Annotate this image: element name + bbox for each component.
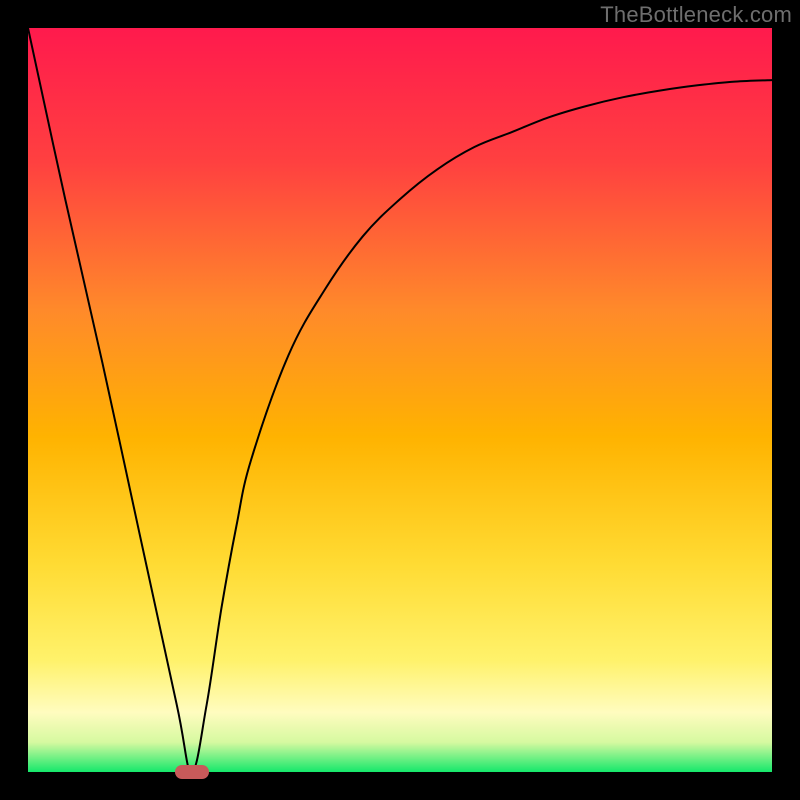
watermark-text: TheBottleneck.com (600, 2, 792, 28)
chart-frame (28, 28, 772, 772)
gradient-background (28, 28, 772, 772)
min-bottleneck-marker (175, 765, 209, 779)
bottleneck-chart (28, 28, 772, 772)
